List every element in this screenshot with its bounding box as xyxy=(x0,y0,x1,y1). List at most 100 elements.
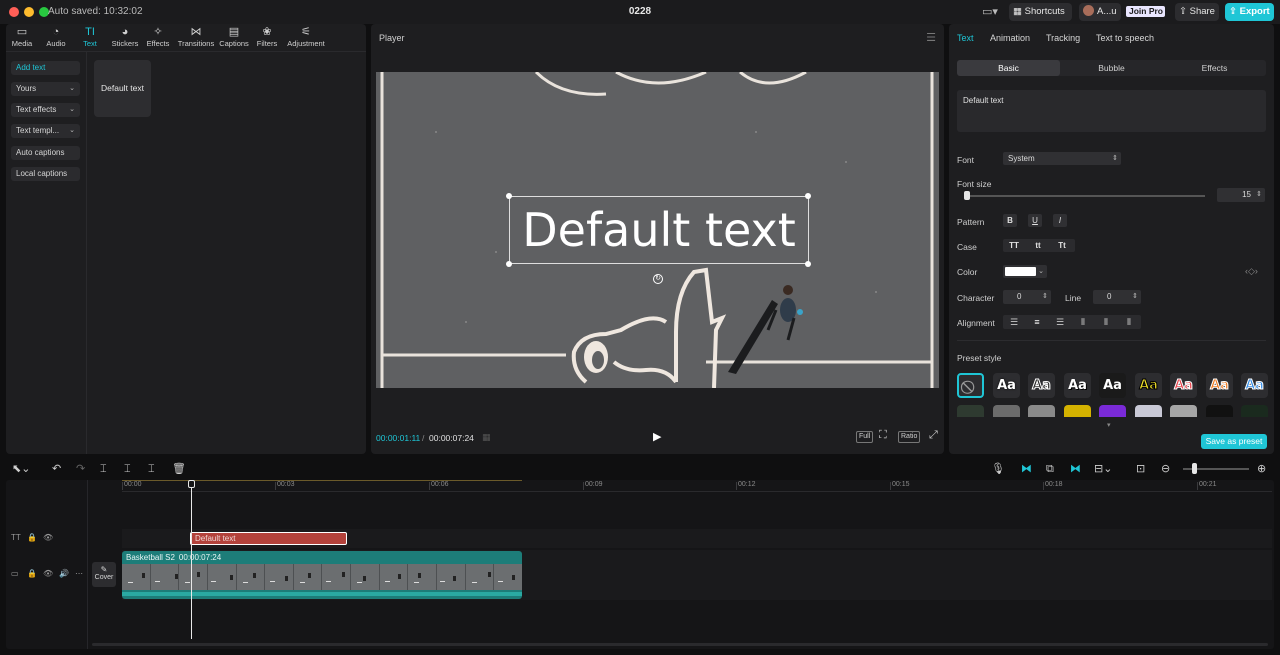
font-size-slider[interactable] xyxy=(965,195,1205,197)
text-clip[interactable]: Default text xyxy=(190,532,347,545)
tab-animation[interactable]: Animation xyxy=(990,33,1030,43)
tab-text-to-speech[interactable]: Text to speech xyxy=(1096,33,1154,43)
share-button[interactable]: ⇪ Share xyxy=(1175,3,1219,21)
snapshot-icon[interactable]: ⛶ xyxy=(879,429,887,442)
eye-icon[interactable]: 👁 xyxy=(43,569,53,578)
text-tab[interactable]: TI Text xyxy=(80,26,100,50)
font-select[interactable]: System ⇕ xyxy=(1003,152,1121,165)
align-bottom-icon[interactable]: ⦀ xyxy=(1118,315,1140,329)
export-button[interactable]: ⇪ Export xyxy=(1225,3,1274,21)
shortcuts-button[interactable]: ▦ Shortcuts xyxy=(1009,3,1072,21)
fullscreen-icon[interactable]: ⤢ xyxy=(929,429,938,442)
link-icon[interactable]: ⧉ xyxy=(1046,462,1054,476)
titlecase-button[interactable]: Tt xyxy=(1051,239,1073,252)
select-tool-icon[interactable]: ⬉⌄ xyxy=(12,462,30,476)
align-right-icon[interactable]: ☰ xyxy=(1049,315,1071,329)
resize-handle[interactable] xyxy=(506,193,512,199)
adjustment-tab[interactable]: ⚟ Adjustment xyxy=(286,26,326,50)
menu-icon[interactable]: ☰ xyxy=(926,31,936,44)
text-overlay[interactable]: Default text xyxy=(509,196,809,264)
lock-icon[interactable]: 🔒 xyxy=(27,533,37,542)
join-pro-button[interactable]: Join Pro xyxy=(1126,6,1165,17)
zoom-slider-knob[interactable] xyxy=(1192,463,1197,474)
time-ruler[interactable]: 00:00 00:03 00:06 00:09 00:12 00:15 00:1… xyxy=(122,480,1272,492)
default-text-card[interactable]: Default text xyxy=(94,60,151,117)
playhead-handle[interactable] xyxy=(188,480,195,488)
split-right-icon[interactable]: ⌶ xyxy=(148,462,155,476)
preset-style[interactable] xyxy=(1241,405,1268,417)
undo-icon[interactable]: ↶ xyxy=(52,462,61,476)
sidebar-item-local-captions[interactable]: Local captions xyxy=(11,167,80,181)
grid-icon[interactable]: ▦ xyxy=(482,432,491,443)
preview-axis-icon[interactable]: ⧓ xyxy=(1070,462,1081,476)
resize-handle[interactable] xyxy=(805,193,811,199)
align-icon[interactable]: ⊟⌄ xyxy=(1094,462,1112,476)
align-top-icon[interactable]: ⦀ xyxy=(1072,315,1094,329)
text-content-field[interactable]: Default text xyxy=(957,90,1266,132)
lowercase-button[interactable]: tt xyxy=(1027,239,1049,252)
sidebar-item-text-templates[interactable]: Text templ... ⌄ xyxy=(11,124,80,138)
preset-style[interactable]: Aa xyxy=(1028,373,1055,398)
media-tab[interactable]: ▭ Media xyxy=(10,26,34,50)
tab-text[interactable]: Text xyxy=(957,33,974,43)
preset-style[interactable] xyxy=(1028,405,1055,417)
lock-icon[interactable]: 🔒 xyxy=(27,569,37,578)
preset-style[interactable]: Aa xyxy=(993,373,1020,398)
subtab-effects[interactable]: Effects xyxy=(1163,60,1266,76)
split-left-icon[interactable]: ⌶ xyxy=(124,462,131,476)
sidebar-item-auto-captions[interactable]: Auto captions xyxy=(11,146,80,160)
eye-icon[interactable]: 👁 xyxy=(43,533,53,542)
playhead[interactable] xyxy=(191,480,192,639)
audio-tab[interactable]: ◔ Audio xyxy=(44,26,68,50)
effects-tab[interactable]: ✧ Effects xyxy=(145,26,171,50)
sidebar-item-add-text[interactable]: Add text xyxy=(11,61,80,75)
color-picker[interactable]: ⌄ xyxy=(1003,265,1047,278)
align-center-icon[interactable]: ≡ xyxy=(1026,315,1048,329)
split-icon[interactable]: ⌶ xyxy=(100,462,107,476)
filters-tab[interactable]: ❀ Filters xyxy=(256,26,278,50)
preset-style[interactable] xyxy=(993,405,1020,417)
resize-handle[interactable] xyxy=(805,261,811,267)
character-spacing-stepper[interactable]: 0 ⇕ xyxy=(1003,290,1051,304)
preset-style[interactable]: Aa xyxy=(1241,373,1268,398)
preset-style[interactable] xyxy=(1206,405,1233,417)
preset-style[interactable]: Aa xyxy=(1206,373,1233,398)
stickers-tab[interactable]: ◕ Stickers xyxy=(110,26,140,50)
preset-style[interactable]: Aa xyxy=(1170,373,1197,398)
bold-button[interactable]: B xyxy=(1003,214,1017,227)
video-clip[interactable]: Basketball S2 00:00:07:24 xyxy=(122,551,522,599)
save-as-preset-button[interactable]: Save as preset xyxy=(1201,434,1267,449)
keyframe-icon[interactable]: ‹◇› xyxy=(1245,266,1258,277)
font-size-slider-knob[interactable] xyxy=(964,191,970,200)
sidebar-item-text-effects[interactable]: Text effects ⌄ xyxy=(11,103,80,117)
rotate-icon[interactable]: ↻ xyxy=(653,274,663,284)
underline-button[interactable]: U xyxy=(1028,214,1042,227)
preset-style[interactable]: Aa xyxy=(1135,373,1162,398)
magnet-icon[interactable]: ⧓ xyxy=(1021,462,1032,476)
preset-style[interactable] xyxy=(1064,405,1091,417)
preset-none[interactable]: ⃠ xyxy=(957,373,984,398)
preview-canvas[interactable]: Default text ↻ xyxy=(376,72,939,388)
delete-icon[interactable]: 🗑 xyxy=(172,462,186,476)
italic-button[interactable]: I xyxy=(1053,214,1067,227)
volume-icon[interactable]: 🔊 xyxy=(59,569,69,578)
resize-handle[interactable] xyxy=(506,261,512,267)
caption-icon[interactable]: ⊡ xyxy=(1136,462,1145,476)
preset-style[interactable] xyxy=(1135,405,1162,417)
subtab-basic[interactable]: Basic xyxy=(957,60,1060,76)
preset-style[interactable]: Aa xyxy=(1099,373,1126,398)
zoom-out-icon[interactable]: ⊖ xyxy=(1161,462,1170,476)
more-icon[interactable]: ⋯ xyxy=(75,569,83,578)
align-left-icon[interactable]: ☰ xyxy=(1003,315,1025,329)
preset-style[interactable] xyxy=(1170,405,1197,417)
captions-tab[interactable]: ▤ Captions xyxy=(218,26,250,50)
preset-style[interactable] xyxy=(957,405,984,417)
line-spacing-stepper[interactable]: 0 ⇕ xyxy=(1093,290,1141,304)
cover-button[interactable]: ✎ Cover xyxy=(92,562,116,587)
zoom-in-icon[interactable]: ⊕ xyxy=(1257,462,1266,476)
preset-style[interactable] xyxy=(1099,405,1126,417)
tab-tracking[interactable]: Tracking xyxy=(1046,33,1080,43)
sidebar-item-yours[interactable]: Yours ⌄ xyxy=(11,82,80,96)
layout-icon[interactable]: ▭▾ xyxy=(982,5,1004,19)
timeline-scrollbar[interactable] xyxy=(92,643,1268,646)
